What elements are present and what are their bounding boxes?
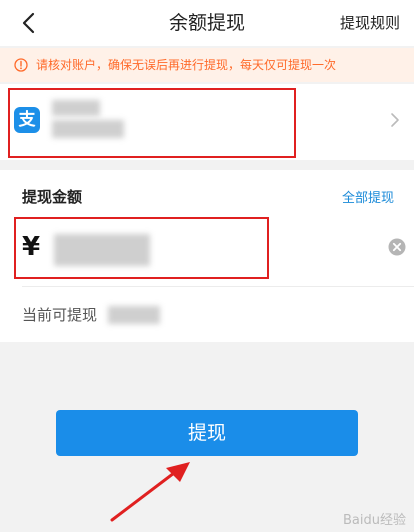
warning-circle-icon [14, 58, 28, 72]
notice-text: 请核对账户，确保无误后再进行提现，每天仅可提现一次 [36, 58, 337, 72]
withdraw-button[interactable]: 提现 [56, 410, 358, 456]
amount-highlight-box [14, 217, 269, 279]
divider [22, 286, 414, 287]
annotation-arrow [110, 462, 190, 522]
withdraw-all-link[interactable]: 全部提现 [342, 187, 394, 206]
available-balance-redacted [108, 306, 160, 324]
clear-circle-icon[interactable] [388, 238, 406, 256]
withdraw-rules-link[interactable]: 提现规则 [340, 0, 400, 46]
available-balance-label: 当前可提现 [22, 306, 98, 324]
amount-label: 提现金额 [22, 188, 83, 206]
chevron-right-icon [391, 113, 399, 127]
account-highlight-box [8, 88, 296, 158]
watermark: Baidu经验 [343, 513, 406, 528]
